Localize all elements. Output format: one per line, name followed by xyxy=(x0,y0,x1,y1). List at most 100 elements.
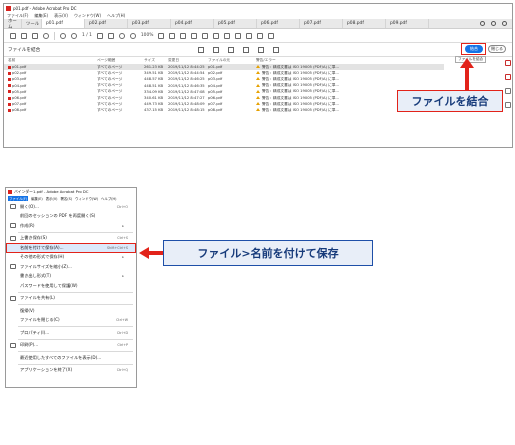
highlight-icon[interactable] xyxy=(191,32,198,39)
comment-icon[interactable] xyxy=(180,32,187,39)
menu-item-1[interactable]: 前回のセッションの PDF を再度開く(S) xyxy=(6,212,136,222)
tab-item[interactable]: p02.pdf xyxy=(85,19,128,28)
menu-item-10[interactable]: 復帰(V) xyxy=(6,306,136,316)
table-row[interactable]: p08.pdf すべてのページ 437.15 KB 2019/11/12 8:48:1… xyxy=(4,107,444,113)
tab-item[interactable]: p05.pdf xyxy=(214,19,257,28)
next-page-icon[interactable] xyxy=(71,32,77,39)
prev-page-icon[interactable] xyxy=(60,32,66,39)
sign-icon[interactable] xyxy=(202,32,209,39)
menu-item-2[interactable]: 作成(R) ▸ xyxy=(6,221,136,231)
menu-item[interactable]: ヘルプ(H) xyxy=(107,13,125,19)
column-header[interactable]: ページ範囲 xyxy=(97,58,142,63)
text-edit-icon[interactable] xyxy=(235,32,242,39)
menu-item-15[interactable]: アプリケーションを終了(X) Ctrl+Q xyxy=(6,366,136,376)
close-button[interactable]: 閉じる xyxy=(488,45,506,53)
menu-item-3[interactable]: 上書き保存(S) Ctrl+S xyxy=(6,234,136,244)
page-indicator[interactable]: 1 / 1 xyxy=(82,33,92,38)
measure-icon[interactable] xyxy=(224,32,231,39)
column-header[interactable]: 変更日 xyxy=(168,58,208,63)
tab-item[interactable]: p01.pdf xyxy=(42,19,85,28)
menu-item[interactable]: 編集(E) xyxy=(31,196,43,201)
menu-item-13[interactable]: 印刷(P)... Ctrl+P xyxy=(6,341,136,351)
delete-icon[interactable] xyxy=(213,47,219,53)
combine-header: ファイルを結合 結合 閉じる ファイルを結合 xyxy=(4,43,512,63)
create-pdf-icon xyxy=(10,223,16,228)
menu-item-5[interactable]: その他の形式で保存(H) ▸ xyxy=(6,253,136,263)
search-icon[interactable] xyxy=(43,32,49,39)
cell-text: すべてのページ xyxy=(97,89,123,94)
zoom-in-icon[interactable] xyxy=(129,32,136,39)
tab-item[interactable]: p08.pdf xyxy=(343,19,386,28)
cell-text: 449.73 KB xyxy=(144,102,164,107)
menu-item[interactable]: ウィンドウ(W) xyxy=(75,196,98,201)
image-edit-icon[interactable] xyxy=(246,32,253,39)
settings-icon[interactable] xyxy=(258,47,264,53)
table-cell-name: p01.pdf xyxy=(8,65,88,69)
fit-page-icon[interactable] xyxy=(158,32,165,39)
menu-item-8[interactable]: パスワードを使用して保護(W) xyxy=(6,281,136,291)
scroll-mode-icon[interactable] xyxy=(169,32,176,39)
menu-item[interactable]: 表示(V) xyxy=(54,13,68,19)
cell-text: p03.pdf xyxy=(208,77,223,82)
grid-view-icon[interactable] xyxy=(243,47,249,53)
menu-item-0[interactable]: 開く(O)... Ctrl+O xyxy=(6,202,136,212)
window-title: バインダー1.pdf - Adobe Acrobat Pro DC xyxy=(14,188,89,194)
hand-icon[interactable] xyxy=(107,32,114,39)
menu-item-4[interactable]: 名前を付けて保存(A)... Shift+Ctrl+S xyxy=(6,243,136,253)
title-bar: バインダー1.pdf - Adobe Acrobat Pro DC xyxy=(6,188,136,195)
help-icon[interactable] xyxy=(273,47,279,53)
create-pdf-icon[interactable] xyxy=(505,74,511,80)
notification-icon[interactable] xyxy=(491,21,496,26)
table-cell-name: p05.pdf xyxy=(8,90,88,94)
menu-item[interactable]: 表示(V) xyxy=(46,196,58,201)
print-icon[interactable] xyxy=(32,32,38,39)
cell-text: p04.pdf xyxy=(12,83,27,88)
help-icon[interactable] xyxy=(480,21,485,26)
edit-pdf-icon[interactable] xyxy=(505,88,511,94)
menu-item[interactable]: 署名(S) xyxy=(61,196,73,201)
menu-item-7[interactable]: 書き出し形式(T) ▸ xyxy=(6,272,136,282)
cell-text: 2019/11/12 8:47:08 xyxy=(168,89,205,94)
menu-item[interactable]: 編集(E) xyxy=(34,13,48,19)
tab-item[interactable]: p07.pdf xyxy=(300,19,343,28)
cell-text: 警告：精成文書は ISO 19005 (PDF/A) に準... xyxy=(262,76,339,81)
menu-item[interactable]: ファイル(F) xyxy=(8,195,29,201)
column-header[interactable]: 名前 xyxy=(8,58,88,63)
crop-icon[interactable] xyxy=(268,32,275,39)
arrow-up-shaft xyxy=(465,65,469,90)
zoom-out-icon[interactable] xyxy=(118,32,125,39)
tab-item[interactable]: p03.pdf xyxy=(128,19,171,28)
title-bar: p01.pdf - Adobe Acrobat Pro DC xyxy=(4,4,512,12)
tab-item[interactable]: ツール xyxy=(22,19,42,28)
list-view-icon[interactable] xyxy=(228,47,234,53)
menu-item-14[interactable]: 最近使用したすべてのファイルを表示(D)... xyxy=(6,353,136,363)
comment-panel-icon[interactable] xyxy=(505,102,511,108)
menu-item[interactable]: ヘルプ(H) xyxy=(101,196,116,201)
add-files-icon[interactable] xyxy=(198,47,204,53)
cell-text: 349.51 KB xyxy=(144,71,164,76)
menu-item-12[interactable]: プロパティ(I)... Ctrl+D xyxy=(6,328,136,338)
menu-item-11[interactable]: ファイルを閉じる(C) Ctrl+W xyxy=(6,316,136,326)
account-icon[interactable] xyxy=(502,21,507,26)
tab-item[interactable]: p04.pdf xyxy=(171,19,214,28)
menu-bar: ファイル(F) 編集(E) 表示(V) 署名(S) ウィンドウ(W) ヘルプ(H) xyxy=(6,195,136,201)
tab-item[interactable]: p06.pdf xyxy=(257,19,300,28)
upload-icon[interactable] xyxy=(21,32,27,39)
menu-item[interactable]: ウィンドウ(W) xyxy=(74,13,101,19)
table-cell-pages: すべてのページ xyxy=(97,71,142,76)
tab-item[interactable]: p09.pdf xyxy=(386,19,429,28)
menu-item-9[interactable]: ファイルを共有(L) xyxy=(6,294,136,304)
pdf-file-icon xyxy=(8,90,11,94)
zoom-level[interactable]: 100% xyxy=(141,33,154,38)
menu-item-6[interactable]: ファイルサイズを縮小(Z)... xyxy=(6,262,136,272)
tab-item[interactable]: ホーム xyxy=(4,19,22,30)
save-icon[interactable] xyxy=(10,32,16,39)
column-header[interactable]: 警告/エラー xyxy=(256,58,446,63)
warning-icon xyxy=(256,65,260,69)
link-icon[interactable] xyxy=(257,32,264,39)
stamp-icon[interactable] xyxy=(213,32,220,39)
export-pdf-icon[interactable] xyxy=(505,60,511,66)
combine-button[interactable]: 結合 xyxy=(465,45,483,53)
cursor-icon[interactable] xyxy=(96,32,103,39)
column-header[interactable]: ファイルの元 xyxy=(208,58,258,63)
